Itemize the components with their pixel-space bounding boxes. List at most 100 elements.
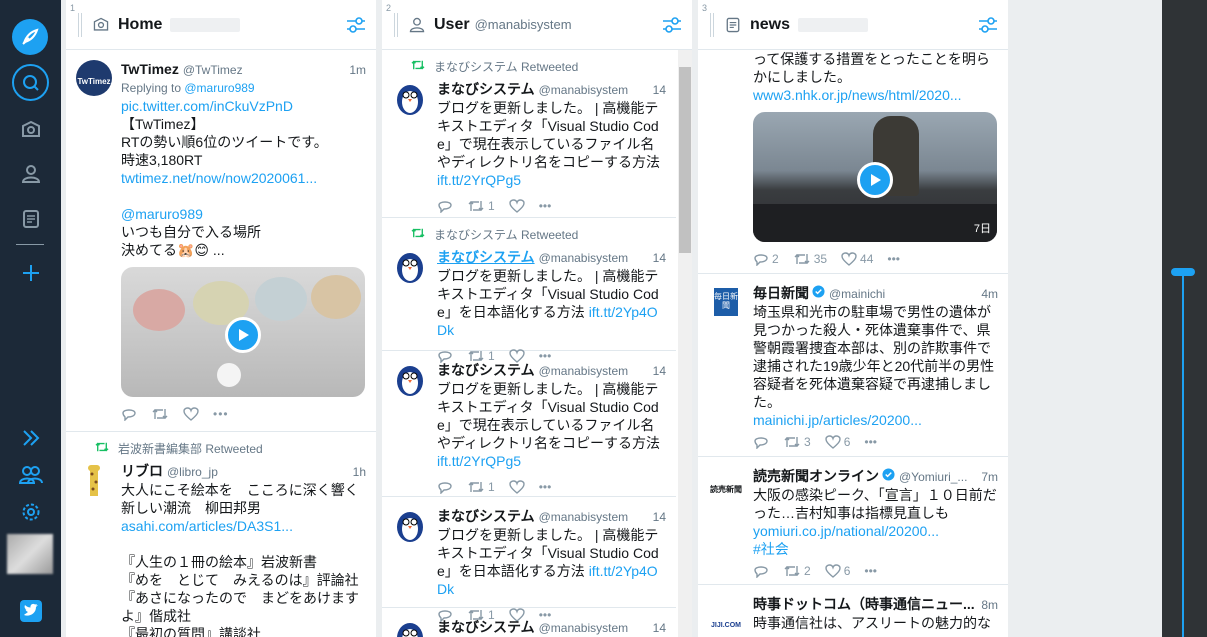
avatar[interactable] (392, 507, 428, 543)
tweet-author[interactable]: リブロ (121, 462, 163, 480)
tweet[interactable]: JIJI.COM 時事ドットコム（時事通信ニュー... 8m 時事通信社は、アス… (698, 585, 1008, 637)
reply-to-link[interactable]: @maruro989 (184, 81, 254, 95)
tweet-handle[interactable]: @manabisystem (539, 362, 629, 380)
filter-icon[interactable] (346, 16, 366, 34)
retweet-button[interactable]: 2 (783, 562, 811, 580)
zoom-slider-handle[interactable] (1171, 268, 1195, 276)
avatar[interactable]: TwTimez (76, 60, 112, 96)
retweet-button[interactable]: 35 (793, 250, 827, 268)
tweet-author[interactable]: まなびシステム (437, 80, 535, 98)
tweet-time[interactable]: 1h (353, 463, 366, 481)
tweet-time[interactable]: 14 (653, 508, 666, 526)
like-button[interactable] (508, 480, 525, 494)
tweet-author[interactable]: 時事ドットコム（時事通信ニュー... (753, 595, 975, 613)
like-button[interactable]: 6 (824, 562, 850, 580)
compose-button[interactable] (12, 19, 48, 55)
avatar[interactable] (392, 361, 428, 397)
accounts-button[interactable] (12, 456, 49, 493)
filter-icon[interactable] (662, 16, 682, 34)
reply-button[interactable] (121, 407, 137, 421)
avatar[interactable] (76, 462, 112, 498)
reply-button[interactable] (437, 199, 453, 213)
reply-button[interactable] (753, 435, 769, 449)
tweet-link[interactable]: ift.tt/2YrQPg5 (437, 452, 666, 470)
tweet[interactable]: まなびシステム @manabisystem 14 (382, 608, 676, 637)
tweet[interactable]: まなびシステム @manabisystem 14 ブログを更新しました。 | 高… (382, 497, 676, 622)
tweet-handle[interactable]: @manabisystem (539, 508, 629, 526)
play-button[interactable] (225, 317, 261, 353)
tweet-author[interactable]: まなびシステム (437, 248, 535, 266)
like-button[interactable]: 6 (824, 433, 850, 451)
column-header[interactable]: news (698, 0, 1008, 50)
drag-handle[interactable] (394, 12, 398, 37)
more-button[interactable]: ••• (213, 405, 229, 423)
avatar[interactable] (392, 248, 428, 284)
account-avatar[interactable] (7, 534, 53, 574)
avatar[interactable]: 毎日新聞 (708, 284, 744, 320)
tweet[interactable]: まなびシステム Retweeted まなびシステム @manabisystem … (382, 218, 676, 363)
more-button[interactable]: ••• (864, 433, 877, 451)
tweet-author[interactable]: TwTimez (121, 60, 179, 78)
tweet-link[interactable]: ift.tt/2YrQPg5 (437, 171, 666, 189)
like-button[interactable] (183, 407, 199, 421)
tweet-author[interactable]: 毎日新聞 (753, 284, 809, 302)
more-button[interactable]: ••• (539, 478, 552, 496)
tweet[interactable]: まなびシステム Retweeted まなびシステム @manabisystem … (382, 50, 676, 218)
tweet[interactable]: TwTimez TwTimez @TwTimez 1m Replying to … (66, 50, 376, 432)
avatar[interactable]: 読売新聞 (708, 467, 744, 503)
tweet[interactable]: 岩波新書編集部 Retweeted リブロ @libro_jp 1h 大人にこそ… (66, 432, 376, 637)
retweet-button[interactable]: 1 (467, 197, 495, 215)
tweet-link[interactable]: mainichi.jp/articles/20200... (753, 411, 998, 429)
avatar[interactable] (392, 618, 428, 637)
more-button[interactable]: ••• (539, 197, 552, 215)
tweet-handle[interactable]: @manabisystem (539, 619, 629, 637)
tweet-time[interactable]: 7m (981, 468, 998, 486)
like-button[interactable]: 44 (841, 250, 873, 268)
twitter-logo[interactable] (12, 592, 49, 629)
list-column-button[interactable] (12, 200, 49, 237)
tweet-author[interactable]: まなびシステム (437, 618, 535, 636)
tweet-mention[interactable]: @maruro989 (121, 205, 366, 223)
user-column-button[interactable] (12, 155, 49, 192)
add-column-button[interactable] (12, 254, 49, 291)
like-button[interactable] (508, 199, 525, 213)
tweet-link[interactable]: pic.twitter.com/inCkuVzPnD (121, 97, 366, 115)
reply-button[interactable] (753, 564, 769, 578)
tweet-handle[interactable]: @mainichi (829, 285, 885, 303)
tweet[interactable]: って保護する措置をとったことを明らかにしました。 www3.nhk.or.jp/… (698, 50, 1008, 274)
settings-button[interactable] (12, 493, 49, 530)
filter-icon[interactable] (978, 16, 998, 34)
tweet-video[interactable] (121, 267, 365, 397)
tweet-handle[interactable]: @manabisystem (539, 81, 629, 99)
expand-nav-button[interactable] (12, 419, 49, 456)
tweet-time[interactable]: 14 (653, 619, 666, 637)
home-column-button[interactable] (12, 111, 49, 148)
drag-handle[interactable] (78, 12, 82, 37)
tweet-author[interactable]: まなびシステム (437, 507, 535, 525)
tweet-time[interactable]: 4m (981, 285, 998, 303)
tweet-link[interactable]: yomiuri.co.jp/national/20200... (753, 522, 998, 540)
retweet-button[interactable]: 3 (783, 433, 811, 451)
tweet-handle[interactable]: @Yomiuri_... (899, 468, 967, 486)
play-button[interactable] (857, 162, 893, 198)
more-button[interactable]: ••• (887, 250, 900, 268)
retweet-button[interactable] (151, 407, 169, 421)
tweet[interactable]: まなびシステム @manabisystem 14 ブログを更新しました。 | 高… (382, 351, 676, 497)
tweet-author[interactable]: まなびシステム (437, 361, 535, 379)
zoom-slider-track[interactable] (1182, 272, 1184, 637)
tweet-handle[interactable]: @manabisystem (539, 249, 629, 267)
reply-button[interactable] (437, 480, 453, 494)
tweet[interactable]: 毎日新聞 毎日新聞 @mainichi 4m 埼玉県和光市の駐車場で男性の遺体が… (698, 274, 1008, 457)
tweet-time[interactable]: 8m (981, 596, 998, 614)
tweet-handle[interactable]: @TwTimez (183, 61, 243, 79)
avatar[interactable] (392, 80, 428, 116)
tweet-hashtag[interactable]: #社会 (753, 540, 998, 558)
tweet-handle[interactable]: @libro_jp (167, 463, 218, 481)
tweet-time[interactable]: 14 (653, 249, 666, 267)
column-header[interactable]: Home (66, 0, 376, 50)
tweet-time[interactable]: 1m (349, 61, 366, 79)
drag-handle[interactable] (710, 12, 714, 37)
tweet-link[interactable]: asahi.com/articles/DA3S1... (121, 517, 366, 535)
reply-button[interactable]: 2 (753, 250, 779, 268)
tweet-link[interactable]: www3.nhk.or.jp/news/html/2020... (753, 86, 998, 104)
